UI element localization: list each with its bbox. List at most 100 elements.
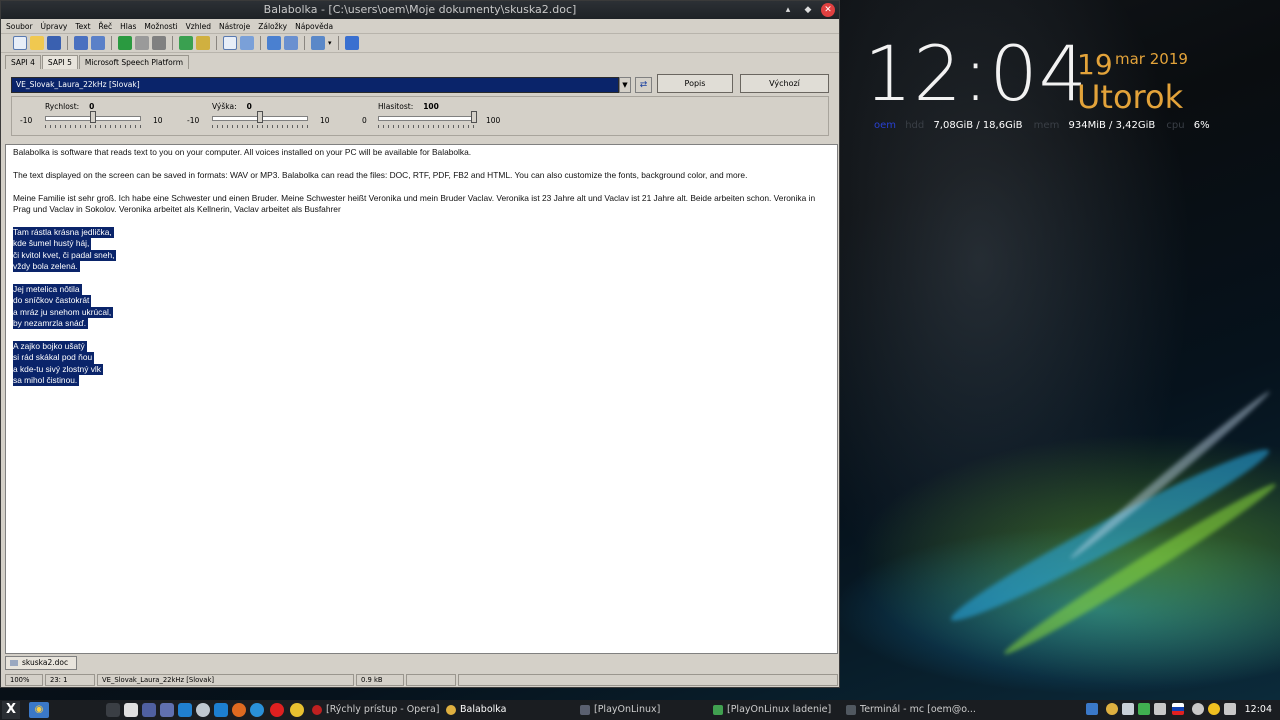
file-manager-icon[interactable] (124, 703, 138, 717)
weather-icon[interactable] (1208, 703, 1220, 715)
tab-sapi4[interactable]: SAPI 4 (5, 55, 41, 69)
voice-select[interactable]: VE_Slovak_Laura_22kHz [Slovak] (11, 77, 619, 93)
desktop-clock-weekday: Utorok (1077, 78, 1184, 116)
image-viewer-icon[interactable] (142, 703, 156, 717)
rate-ticks (45, 125, 141, 128)
balabolka-icon (446, 705, 456, 715)
pinwheel-icon[interactable] (290, 703, 304, 717)
voice-settings-icon[interactable] (311, 36, 325, 50)
volume-min: 0 (362, 116, 367, 125)
task-opera[interactable]: [Rýchly prístup - Opera] (310, 702, 440, 718)
hdd-label: hdd (905, 120, 925, 131)
save-icon[interactable] (47, 36, 61, 50)
volume-slider-thumb[interactable] (471, 111, 477, 123)
rate-slider-thumb[interactable] (90, 111, 96, 123)
menu-upravy[interactable]: Úpravy (41, 22, 68, 31)
menu-napoveda[interactable]: Nápověda (295, 22, 333, 31)
terminal-launcher-icon[interactable] (106, 703, 120, 717)
opera-icon[interactable] (270, 703, 284, 717)
tab-microsoft-speech-platform[interactable]: Microsoft Speech Platform (78, 55, 189, 69)
taskbar-clock[interactable]: 12:04 (1245, 702, 1272, 718)
clipboard-read-icon[interactable] (179, 36, 193, 50)
volume-ticks (378, 125, 474, 128)
chevron-down-icon[interactable]: ▼ (619, 77, 631, 93)
speech-engine-tabs: SAPI 4 SAPI 5 Microsoft Speech Platform (1, 53, 839, 69)
menu-hlas[interactable]: Hlas (120, 22, 136, 31)
clipboard-icon[interactable] (1154, 703, 1166, 715)
workspace-icon[interactable] (1086, 703, 1098, 715)
power-icon[interactable] (1192, 703, 1204, 715)
poem-line: či kvitol kvet, či padal sneh, (13, 249, 117, 262)
poem-line: a kde-tu sivý zlostný vlk (13, 363, 103, 376)
document-tab[interactable]: skuska2.doc (5, 656, 77, 670)
paragraph: The text displayed on the screen can be … (13, 169, 748, 180)
stop-icon[interactable] (152, 36, 166, 50)
play-icon[interactable] (118, 36, 132, 50)
settings-icon[interactable] (196, 703, 210, 717)
menu-vzhled[interactable]: Vzhled (186, 22, 211, 31)
balabolka-window: Balabolka - [C:\users\oem\Moje dokumenty… (0, 0, 840, 688)
taskbar: X ◉ [Rýchly prístup - Opera] Balabolka [… (0, 700, 1280, 720)
window-title: Balabolka - [C:\users\oem\Moje dokumenty… (263, 3, 577, 16)
minimize-button[interactable]: ◆ (801, 3, 815, 17)
task-terminal[interactable]: Terminál - mc [oem@o... (844, 702, 976, 718)
cpu-label: cpu (1166, 120, 1185, 131)
task-playonlinux[interactable]: [PlayOnLinux] (578, 702, 660, 718)
close-button[interactable]: ✕ (821, 3, 835, 17)
software-center-icon[interactable] (178, 703, 192, 717)
rate-slider-group: Rychlost: 0 -10 10 (20, 97, 180, 137)
toolbar-separator (216, 36, 217, 50)
bookmark-icon[interactable] (267, 36, 281, 50)
pitch-slider-thumb[interactable] (257, 111, 263, 123)
voice-selector[interactable]: VE_Slovak_Laura_22kHz [Slovak] ▼ (11, 77, 631, 93)
menu-nastroje[interactable]: Nástroje (219, 22, 250, 31)
menu-text[interactable]: Text (75, 22, 90, 31)
new-document-icon[interactable] (13, 36, 27, 50)
files-read-icon[interactable] (196, 36, 210, 50)
menu-rec[interactable]: Řeč (99, 22, 113, 31)
chevron-down-icon[interactable]: ▾ (328, 39, 332, 47)
options-icon[interactable] (284, 36, 298, 50)
menu-moznosti[interactable]: Možnosti (144, 22, 177, 31)
menu-zalozky[interactable]: Záložky (258, 22, 287, 31)
edit-view-icon[interactable] (240, 36, 254, 50)
open-folder-icon[interactable] (30, 36, 44, 50)
task-balabolka[interactable]: Balabolka (444, 702, 506, 718)
poem-line: vždy bola zelená. (13, 261, 80, 273)
tab-sapi5[interactable]: SAPI 5 (41, 55, 78, 69)
keep-above-button[interactable]: ▴ (781, 3, 795, 17)
mem-value: 934MiB / 3,42GiB (1068, 120, 1156, 131)
hdd-value: 7,08GiB / 18,6GiB (933, 120, 1023, 131)
desktop-clock-month: mar 2019 (1115, 50, 1188, 68)
paragraph: Balabolka is software that reads text to… (13, 147, 472, 157)
default-button[interactable]: Výchozí (740, 74, 829, 93)
volume-icon[interactable] (1224, 703, 1236, 715)
chromium-icon[interactable] (250, 703, 264, 717)
refresh-voices-icon[interactable]: ⇄ (635, 77, 652, 93)
describe-button[interactable]: Popis (657, 74, 733, 93)
pause-icon[interactable] (135, 36, 149, 50)
kde-connect-icon[interactable] (214, 703, 228, 717)
screenshot-icon[interactable] (160, 703, 174, 717)
poem-line: kde šumel hustý háj, (13, 238, 92, 250)
updates-icon[interactable] (1138, 703, 1150, 715)
text-editor[interactable]: Balabolka is software that reads text to… (5, 144, 838, 654)
cpu-value: 6% (1193, 120, 1210, 131)
status-empty (458, 674, 838, 686)
show-desktop-icon[interactable]: ◉ (29, 702, 49, 718)
keyboard-layout-flag-icon[interactable] (1172, 703, 1184, 715)
task-playonlinux-debug[interactable]: [PlayOnLinux ladenie] (711, 702, 831, 718)
poem-line: Jej metelica nôtila (13, 283, 82, 296)
balabolka-tray-icon[interactable] (1106, 703, 1118, 715)
display-icon[interactable] (1122, 703, 1134, 715)
menu-soubor[interactable]: Soubor (6, 22, 33, 31)
toolbar-separator (67, 36, 68, 50)
text-view-icon[interactable] (223, 36, 237, 50)
volume-slider[interactable] (378, 116, 474, 121)
split-audio-icon[interactable] (91, 36, 105, 50)
title-bar[interactable]: Balabolka - [C:\users\oem\Moje dokumenty… (1, 1, 839, 19)
firefox-icon[interactable] (232, 703, 246, 717)
help-icon[interactable] (344, 36, 359, 50)
start-button[interactable]: X (2, 701, 20, 719)
save-audio-icon[interactable] (74, 36, 88, 50)
